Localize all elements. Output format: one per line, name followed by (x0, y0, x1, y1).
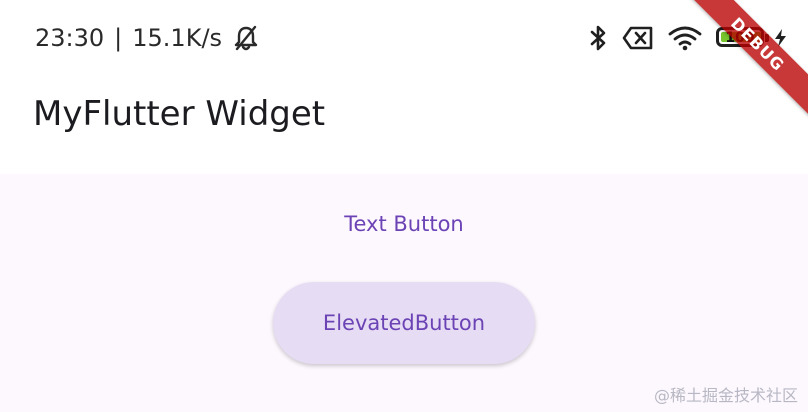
status-right-group: 100 (588, 20, 786, 56)
status-time: 23:30 (35, 24, 105, 52)
bell-off-icon (232, 24, 260, 52)
status-bar: 23:30 | 15.1K/s 100 (0, 0, 808, 74)
battery-indicator: 100 (716, 26, 786, 50)
app-bar: MyFlutter Widget (0, 74, 808, 174)
bluetooth-icon (588, 23, 608, 53)
elevated-button[interactable]: ElevatedButton (273, 282, 535, 364)
wifi-icon (668, 25, 702, 51)
status-separator: | (114, 24, 123, 52)
charging-bolt-icon (772, 28, 790, 48)
watermark: @稀土掘金技术社区 (653, 386, 798, 405)
network-speed: 15.1K/s (132, 24, 223, 52)
content-area: Text Button ElevatedButton @稀土掘金技术社区 (0, 174, 808, 412)
sim-off-icon (622, 25, 654, 51)
page-title: MyFlutter Widget (33, 94, 326, 134)
text-button[interactable]: Text Button (328, 200, 480, 248)
battery-cap (765, 34, 769, 42)
status-left-group: 23:30 | 15.1K/s (35, 20, 260, 56)
battery-level: 100 (725, 30, 755, 46)
